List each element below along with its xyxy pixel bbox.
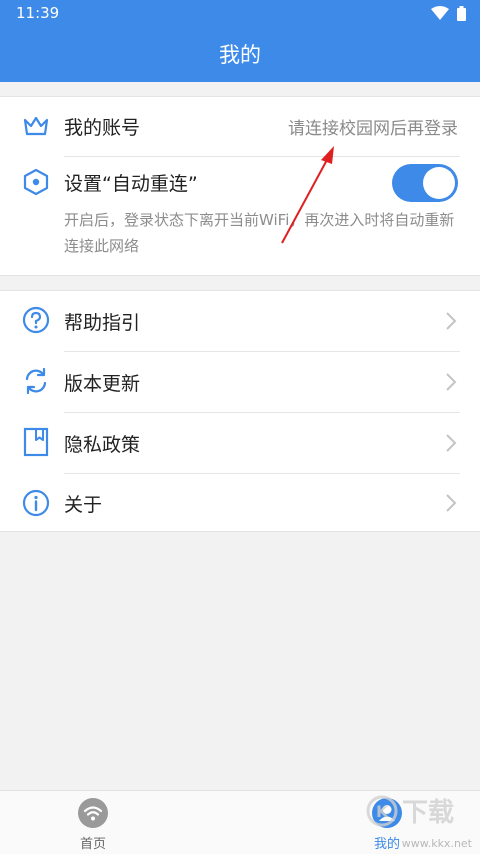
menu-item-help[interactable]: 帮助指引: [0, 291, 480, 351]
help-icon: [22, 306, 50, 334]
refresh-icon: [22, 367, 50, 395]
chevron-right-icon: [446, 373, 457, 391]
menu-card: 帮助指引 版本更新 隐私政策 关于: [0, 290, 480, 532]
tab-label: 首页: [79, 837, 106, 852]
menu-item-label: 关于: [64, 493, 103, 516]
chevron-right-icon: [446, 494, 457, 512]
menu-item-privacy[interactable]: 隐私政策: [0, 413, 480, 473]
wifi-icon: [78, 798, 108, 828]
chevron-right-icon: [446, 312, 457, 330]
svg-text:K: K: [376, 802, 389, 821]
annotation-arrow: [281, 146, 334, 244]
chevron-right-icon: [446, 434, 457, 452]
menu-item-update[interactable]: 版本更新: [0, 352, 480, 412]
watermark: K 下载 www.kkx.net: [362, 795, 472, 850]
svg-text:下载: 下载: [402, 798, 454, 828]
kkx-logo: K 下载: [366, 795, 454, 828]
menu-item-label: 隐私政策: [64, 433, 141, 456]
menu-item-label: 版本更新: [64, 372, 141, 395]
menu-item-about[interactable]: 关于: [0, 474, 480, 532]
tab-home[interactable]: 首页: [53, 797, 133, 852]
info-icon: [22, 489, 50, 517]
menu-item-label: 帮助指引: [64, 311, 141, 334]
bookmark-icon: [22, 427, 50, 457]
